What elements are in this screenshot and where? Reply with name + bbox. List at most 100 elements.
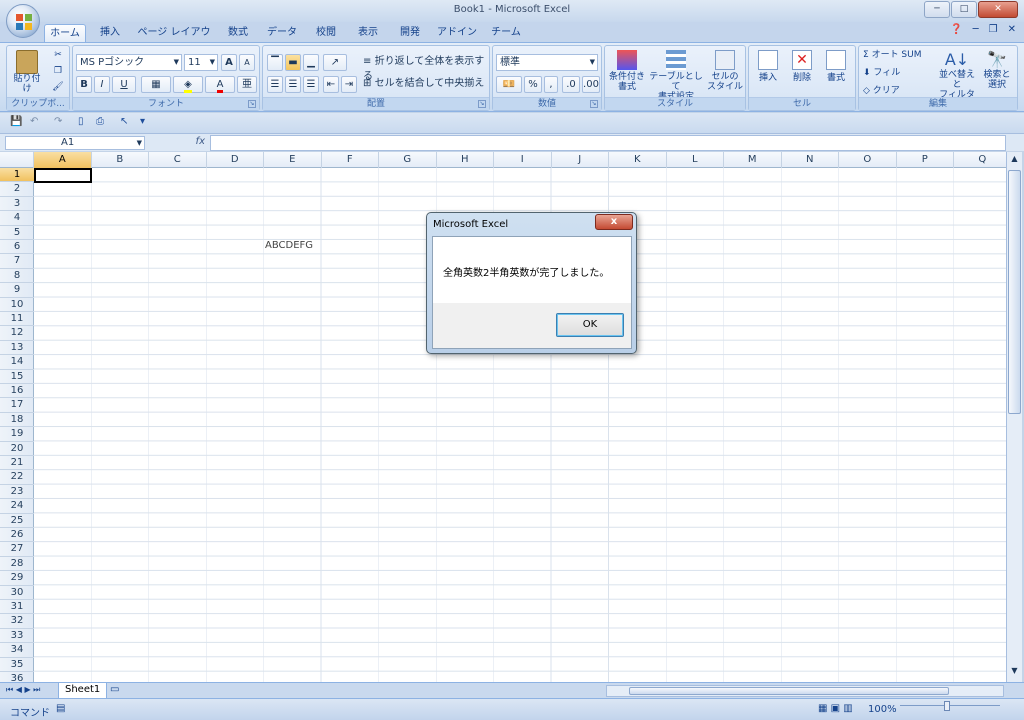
number-format-select[interactable]: 標準 ▼ [496,54,598,71]
decrease-indent-icon[interactable]: ⇤ [323,76,339,93]
scroll-up-icon[interactable]: ▲ [1008,154,1021,168]
row-header-6[interactable]: 6 [0,240,34,255]
cell-styles-button[interactable]: セルの スタイル [705,50,745,92]
row-header-14[interactable]: 14 [0,355,34,370]
ok-button[interactable]: OK [556,313,624,337]
row-header-8[interactable]: 8 [0,269,34,284]
minimize-button[interactable]: ─ [924,1,950,18]
name-box[interactable]: A1 ▼ [5,136,145,150]
row-header-16[interactable]: 16 [0,384,34,399]
row-header-7[interactable]: 7 [0,254,34,269]
sort-filter-button[interactable]: A↓ 並べ替えと フィルタ [937,50,977,100]
phonetic-button[interactable]: 亜 [237,76,257,93]
clear-button[interactable]: ◇ クリア [863,86,935,96]
column-header-p[interactable]: P [897,152,954,168]
vertical-scrollbar[interactable]: ▲ ▼ [1006,152,1022,682]
row-header-35[interactable]: 35 [0,658,34,672]
merge-center-button[interactable]: ⊞ セルを結合して中央揃え [363,76,487,93]
row-header-34[interactable]: 34 [0,643,34,658]
customize-qat-icon[interactable]: ▾ [140,116,145,127]
zoom-slider-handle[interactable] [944,701,950,711]
increase-indent-icon[interactable]: ⇥ [341,76,357,93]
row-header-15[interactable]: 15 [0,370,34,384]
shrink-font-button[interactable]: A [239,54,255,71]
tab-data[interactable]: データ [262,24,302,42]
format-cells-button[interactable]: 書式 [821,50,851,83]
row-header-21[interactable]: 21 [0,456,34,471]
active-cell-a1[interactable] [34,168,92,183]
align-right-icon[interactable]: ☰ [303,76,319,93]
select-all-corner[interactable] [0,152,34,168]
dialog-launcher-icon[interactable]: ↘ [590,100,598,108]
row-header-20[interactable]: 20 [0,442,34,456]
cursor-icon[interactable]: ↖ [120,116,128,127]
tab-page-layout[interactable]: ページ レイアウト [134,24,214,55]
conditional-format-button[interactable]: 条件付き 書式 [607,50,647,92]
bold-button[interactable]: B [76,76,92,93]
maximize-button[interactable]: □ [951,1,977,18]
dialog-close-button[interactable]: x [595,214,633,230]
insert-cells-button[interactable]: 挿入 [753,50,783,83]
fill-color-button[interactable]: ◈ [173,76,203,93]
delete-cells-button[interactable]: ✕ 削除 [787,50,817,83]
row-header-17[interactable]: 17 [0,398,34,413]
scroll-down-icon[interactable]: ▼ [1008,666,1021,680]
font-size-select[interactable]: 11 ▼ [184,54,218,71]
redo-icon[interactable]: ↷ [54,116,62,127]
column-header-m[interactable]: M [724,152,782,168]
row-header-18[interactable]: 18 [0,413,34,428]
row-header-12[interactable]: 12 [0,326,34,341]
save-icon[interactable]: 💾 [10,116,22,127]
row-header-25[interactable]: 25 [0,514,34,528]
horizontal-scrollbar[interactable] [606,685,1004,697]
tab-formulas[interactable]: 数式 [220,24,256,42]
close-button[interactable]: ✕ [978,1,1018,18]
find-select-button[interactable]: 🔭 検索と 選択 [979,50,1015,90]
column-header-e[interactable]: E [264,152,322,168]
align-center-icon[interactable]: ☰ [285,76,301,93]
autosum-button[interactable]: Σ オート SUM [863,50,935,60]
italic-button[interactable]: I [94,76,110,93]
row-header-36[interactable]: 36 [0,672,34,682]
zoom-level[interactable]: 100% [868,704,897,715]
column-header-j[interactable]: J [552,152,609,168]
percent-button[interactable]: % [524,76,542,93]
font-color-button[interactable]: A [205,76,235,93]
row-header-22[interactable]: 22 [0,470,34,485]
row-header-33[interactable]: 33 [0,629,34,644]
dialog-launcher-icon[interactable]: ↘ [248,100,256,108]
tab-home[interactable]: ホーム [44,24,86,42]
tab-view[interactable]: 表示 [350,24,386,42]
column-header-c[interactable]: C [149,152,207,168]
increase-decimal-icon[interactable]: .0 [562,76,580,93]
column-header-l[interactable]: L [667,152,724,168]
dialog-launcher-icon[interactable]: ↘ [478,100,486,108]
ribbon-restore-icon[interactable]: ❐ [989,24,998,35]
column-header-a[interactable]: A [34,152,92,168]
format-as-table-button[interactable]: テーブルとして 書式設定 [649,50,703,102]
column-header-h[interactable]: H [437,152,494,168]
column-header-d[interactable]: D [207,152,264,168]
row-header-29[interactable]: 29 [0,571,34,586]
column-header-i[interactable]: I [494,152,552,168]
zoom-slider[interactable] [900,701,1000,714]
vertical-scroll-thumb[interactable] [1008,170,1021,414]
copy-icon[interactable]: ❐ [51,66,65,76]
row-header-32[interactable]: 32 [0,614,34,629]
new-file-icon[interactable]: ▯ [78,116,84,127]
row-header-4[interactable]: 4 [0,211,34,226]
wrap-text-button[interactable]: ≡ 折り返して全体を表示する [363,54,487,82]
macro-record-icon[interactable]: ▤ [56,703,65,714]
undo-icon[interactable]: ↶ [30,116,38,127]
sheet-nav-icon[interactable]: ⏮ ◀ ▶ ⏭ [6,685,40,695]
row-header-24[interactable]: 24 [0,499,34,514]
horizontal-scroll-thumb[interactable] [629,687,949,695]
orientation-icon[interactable]: ↗ [323,54,347,71]
row-header-3[interactable]: 3 [0,197,34,212]
tab-developer[interactable]: 開発 [392,24,428,42]
row-header-30[interactable]: 30 [0,586,34,600]
office-button[interactable] [6,4,40,38]
row-header-13[interactable]: 13 [0,341,34,356]
column-header-o[interactable]: O [839,152,897,168]
ribbon-close-icon[interactable]: ✕ [1008,24,1016,35]
